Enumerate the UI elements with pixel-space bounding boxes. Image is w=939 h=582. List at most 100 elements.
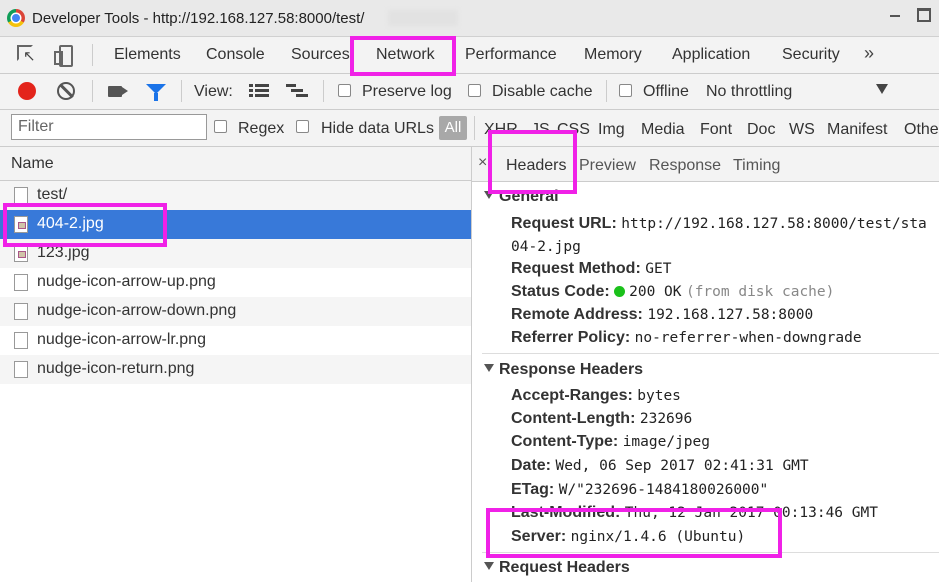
request-row[interactable]: nudge-icon-arrow-down.png	[0, 297, 471, 326]
request-method-value: GET	[645, 261, 672, 277]
section-divider	[482, 552, 939, 553]
filter-type-media[interactable]: Media	[641, 121, 685, 139]
file-icon	[14, 303, 28, 320]
tab-preview[interactable]: Preview	[579, 157, 636, 175]
request-url-row: Request URL: http://192.168.127.58:8000/…	[511, 215, 927, 233]
status-ok-icon	[614, 286, 626, 297]
request-name: 404-2.jpg	[37, 215, 104, 232]
preserve-log-label: Preserve log	[362, 83, 452, 100]
tab-elements[interactable]: Elements	[114, 46, 181, 64]
detail-tabbar: × Headers Preview Response Timing	[472, 147, 939, 182]
request-name: nudge-icon-arrow-up.png	[37, 273, 216, 290]
request-headers-section-header[interactable]: Request Headers	[484, 559, 630, 577]
hide-data-urls-label: Hide data URLs	[321, 120, 434, 137]
request-row[interactable]: nudge-icon-arrow-up.png	[0, 268, 471, 297]
offline-checkbox[interactable]	[619, 84, 632, 97]
divider	[181, 80, 182, 102]
request-row-selected[interactable]: 404-2.jpg	[0, 210, 471, 239]
filter-all-button[interactable]: All	[439, 116, 467, 140]
header-row: Content-Type: image/jpeg	[511, 433, 710, 451]
tab-response[interactable]: Response	[649, 157, 721, 175]
referrer-policy-row: Referrer Policy: no-referrer-when-downgr…	[511, 329, 862, 347]
name-column-header[interactable]: Name	[0, 147, 471, 181]
request-url-key: Request URL:	[511, 215, 617, 232]
header-key: Last-Modified:	[511, 504, 621, 521]
request-row[interactable]: nudge-icon-arrow-lr.png	[0, 326, 471, 355]
triangle-down-icon	[484, 191, 494, 199]
header-row: Last-Modified: Thu, 12 Jan 2017 00:13:46…	[511, 504, 878, 522]
filter-icon[interactable]	[146, 84, 166, 101]
request-headers-title: Request Headers	[499, 559, 630, 576]
tab-security[interactable]: Security	[782, 46, 840, 64]
regex-checkbox[interactable]	[214, 120, 227, 133]
general-section-header[interactable]: General	[484, 188, 559, 206]
filter-type-xhr[interactable]: XHR	[484, 121, 518, 139]
offline-label: Offline	[643, 83, 689, 100]
chevron-down-icon[interactable]	[876, 84, 888, 94]
record-icon[interactable]	[18, 82, 36, 100]
request-row[interactable]: test/	[0, 181, 471, 210]
filter-type-img[interactable]: Img	[598, 121, 625, 139]
header-row: Content-Length: 232696	[511, 410, 692, 428]
request-row[interactable]: nudge-icon-return.png	[0, 355, 471, 384]
request-name: 123.jpg	[37, 244, 90, 261]
header-value: nginx/1.4.6 (Ubuntu)	[570, 529, 746, 545]
header-value: W/"232696-1484180026000"	[558, 482, 769, 498]
throttling-select[interactable]: No throttling	[706, 83, 792, 101]
header-value: image/jpeg	[622, 434, 711, 450]
status-code-key: Status Code:	[511, 283, 610, 300]
filter-type-other[interactable]: Other	[904, 121, 939, 139]
filter-type-font[interactable]: Font	[700, 121, 732, 139]
overview-icon[interactable]	[286, 84, 308, 98]
name-column-label: Name	[11, 155, 54, 172]
device-toolbar-icon[interactable]	[54, 45, 74, 67]
maximize-button[interactable]	[912, 4, 934, 24]
tab-network[interactable]: Network	[376, 46, 435, 64]
more-tabs-icon[interactable]: »	[864, 43, 874, 64]
request-name: nudge-icon-arrow-down.png	[37, 302, 237, 319]
disable-cache-checkbox[interactable]	[468, 84, 481, 97]
tab-timing[interactable]: Timing	[733, 157, 780, 175]
referrer-policy-value: no-referrer-when-downgrade	[634, 330, 862, 346]
inspect-element-icon[interactable]	[17, 45, 37, 65]
header-value: Thu, 12 Jan 2017 00:13:46 GMT	[624, 505, 878, 521]
filter-input[interactable]	[11, 114, 207, 140]
filter-type-js[interactable]: JS	[531, 121, 550, 139]
tab-console[interactable]: Console	[206, 46, 265, 64]
capture-screenshots-icon[interactable]	[108, 86, 122, 97]
minimize-button[interactable]	[884, 4, 906, 24]
filter-type-manifest[interactable]: Manifest	[827, 121, 887, 139]
divider	[323, 80, 324, 102]
header-key: Server:	[511, 528, 567, 545]
hide-data-urls-checkbox[interactable]	[296, 120, 309, 133]
request-method-row: Request Method: GET	[511, 260, 671, 278]
preserve-log-checkbox[interactable]	[338, 84, 351, 97]
header-row: Server: nginx/1.4.6 (Ubuntu)	[511, 528, 745, 546]
clear-icon[interactable]	[57, 82, 75, 100]
divider	[606, 80, 607, 102]
section-divider	[482, 353, 939, 354]
tab-performance[interactable]: Performance	[465, 46, 557, 64]
request-row[interactable]: 123.jpg	[0, 239, 471, 268]
tab-application[interactable]: Application	[672, 46, 750, 64]
tab-sources[interactable]: Sources	[291, 46, 350, 64]
filter-type-ws[interactable]: WS	[789, 121, 815, 139]
file-icon	[14, 332, 28, 349]
request-name: nudge-icon-arrow-lr.png	[37, 331, 206, 348]
filter-type-doc[interactable]: Doc	[747, 121, 775, 139]
divider	[92, 44, 93, 66]
header-value: bytes	[637, 388, 681, 404]
tab-memory[interactable]: Memory	[584, 46, 642, 64]
close-icon[interactable]: ×	[478, 154, 487, 172]
large-rows-icon[interactable]	[249, 84, 269, 98]
tab-headers[interactable]: Headers	[506, 157, 566, 175]
filter-type-css[interactable]: CSS	[557, 121, 590, 139]
response-headers-section-header[interactable]: Response Headers	[484, 361, 643, 379]
request-list: Name test/ 404-2.jpg 123.jpg nudge-icon-…	[0, 147, 471, 582]
network-toolbar: View: Preserve log Disable cache Offline…	[0, 74, 939, 110]
remote-address-value: 192.168.127.58:8000	[647, 307, 814, 323]
status-code-note: (from disk cache)	[685, 284, 835, 300]
request-url-row-cont: 04-2.jpg	[511, 238, 581, 256]
header-value: Wed, 06 Sep 2017 02:41:31 GMT	[555, 458, 809, 474]
referrer-policy-key: Referrer Policy:	[511, 329, 631, 346]
